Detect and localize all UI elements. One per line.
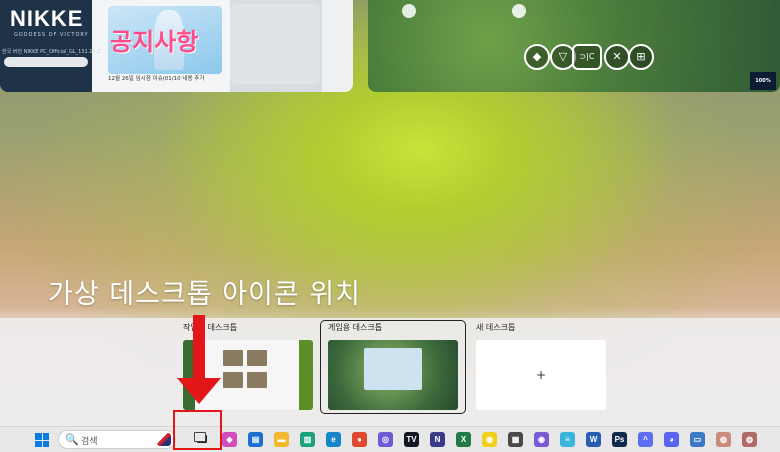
app-arc-icon[interactable]: ^ — [638, 432, 653, 447]
discord-icon[interactable]: ◕ — [664, 432, 679, 447]
app-photo-icon[interactable]: ▭ — [690, 432, 705, 447]
add-desktop-button[interactable]: + — [476, 340, 606, 410]
game-badge: 100% — [750, 72, 776, 90]
edge-icon[interactable]: e — [326, 432, 341, 447]
copilot-icon[interactable]: ◆ — [222, 432, 237, 447]
search-placeholder: 검색 — [81, 437, 98, 447]
store-icon[interactable]: ▤ — [248, 432, 263, 447]
game-top-icon — [512, 4, 526, 18]
app-disk-icon[interactable]: ◉ — [534, 432, 549, 447]
excel-icon[interactable]: X — [456, 432, 471, 447]
nikke-side-panel — [230, 4, 320, 84]
notepad-icon[interactable]: ≡ — [560, 432, 575, 447]
app-n-icon[interactable]: N — [430, 432, 445, 447]
game-char-icon-2[interactable]: ◍ — [742, 432, 757, 447]
app-teal-icon[interactable]: ▥ — [300, 432, 315, 447]
game-hud-icon: ◆ — [524, 44, 550, 70]
annotation-arrow-head — [177, 378, 221, 404]
nikke-subtitle: GODDESS OF VICTORY — [14, 32, 89, 38]
desktop-thumbnail[interactable] — [328, 340, 458, 410]
chrome-icon[interactable]: ● — [352, 432, 367, 447]
tradingview-icon[interactable]: TV — [404, 432, 419, 447]
calculator-icon[interactable]: ▦ — [508, 432, 523, 447]
game-hud-icon: ⊞ — [628, 44, 654, 70]
annotation-highlight-box — [173, 410, 222, 450]
search-icon: 🔍 — [65, 433, 79, 446]
word-icon[interactable]: W — [586, 432, 601, 447]
desktop-label: 작업용 데스크톱 — [183, 323, 238, 332]
start-button[interactable] — [35, 433, 49, 447]
explorer-icon[interactable]: ▬ — [274, 432, 289, 447]
taskbar: 🔍 검색 ◆ ▤ ▬ ▥ e ● ◎ TV N X ◉ ▦ ◉ ≡ W Ps ^ ◕ ▭ ◍ ◍ — [0, 426, 780, 452]
plus-icon: + — [535, 368, 547, 382]
search-box[interactable]: 🔍 검색 — [58, 430, 176, 449]
nikke-window-thumbnail[interactable]: NIKKE GODDESS OF VICTORY 한국 버전 NIKKE PC_… — [0, 0, 353, 92]
virtual-desktop-strip: 작업용 데스크톱 게임용 데스크톱 새 데스크톱 + — [0, 318, 780, 426]
game-char-icon-1[interactable]: ◍ — [716, 432, 731, 447]
nikke-logo: NIKKE — [10, 6, 84, 31]
desktop-label: 게임용 데스크톱 — [328, 323, 383, 332]
game-top-icon — [402, 4, 416, 18]
game-hud-icon: ✕ — [604, 44, 630, 70]
notice-caption: 12월 26일 임시점 이슈(01/10 내용 추가 — [108, 76, 205, 82]
annotation-arrow-shaft — [193, 315, 205, 385]
game-hud-icon: ⊃|C — [572, 44, 602, 70]
game-window-thumbnail[interactable]: ◆ ▽ ⊃|C ✕ ⊞ 100% — [368, 0, 780, 92]
notice-title: 공지사항 — [110, 29, 199, 56]
desktop-label: 새 데스크톱 — [476, 323, 516, 332]
nikke-path-text: 한국 버전 NIKKE PC_Official_GL_131.11.2 — [2, 49, 101, 55]
search-highlight-icon — [157, 433, 171, 446]
instruction-caption: 가상 데스크톱 아이콘 위치 — [48, 279, 361, 310]
notice-banner[interactable]: 공지사항 — [108, 6, 222, 74]
kakaotalk-icon[interactable]: ◉ — [482, 432, 497, 447]
app-purple-icon[interactable]: ◎ — [378, 432, 393, 447]
photoshop-icon[interactable]: Ps — [612, 432, 627, 447]
nikke-launch-bar[interactable] — [4, 57, 88, 67]
